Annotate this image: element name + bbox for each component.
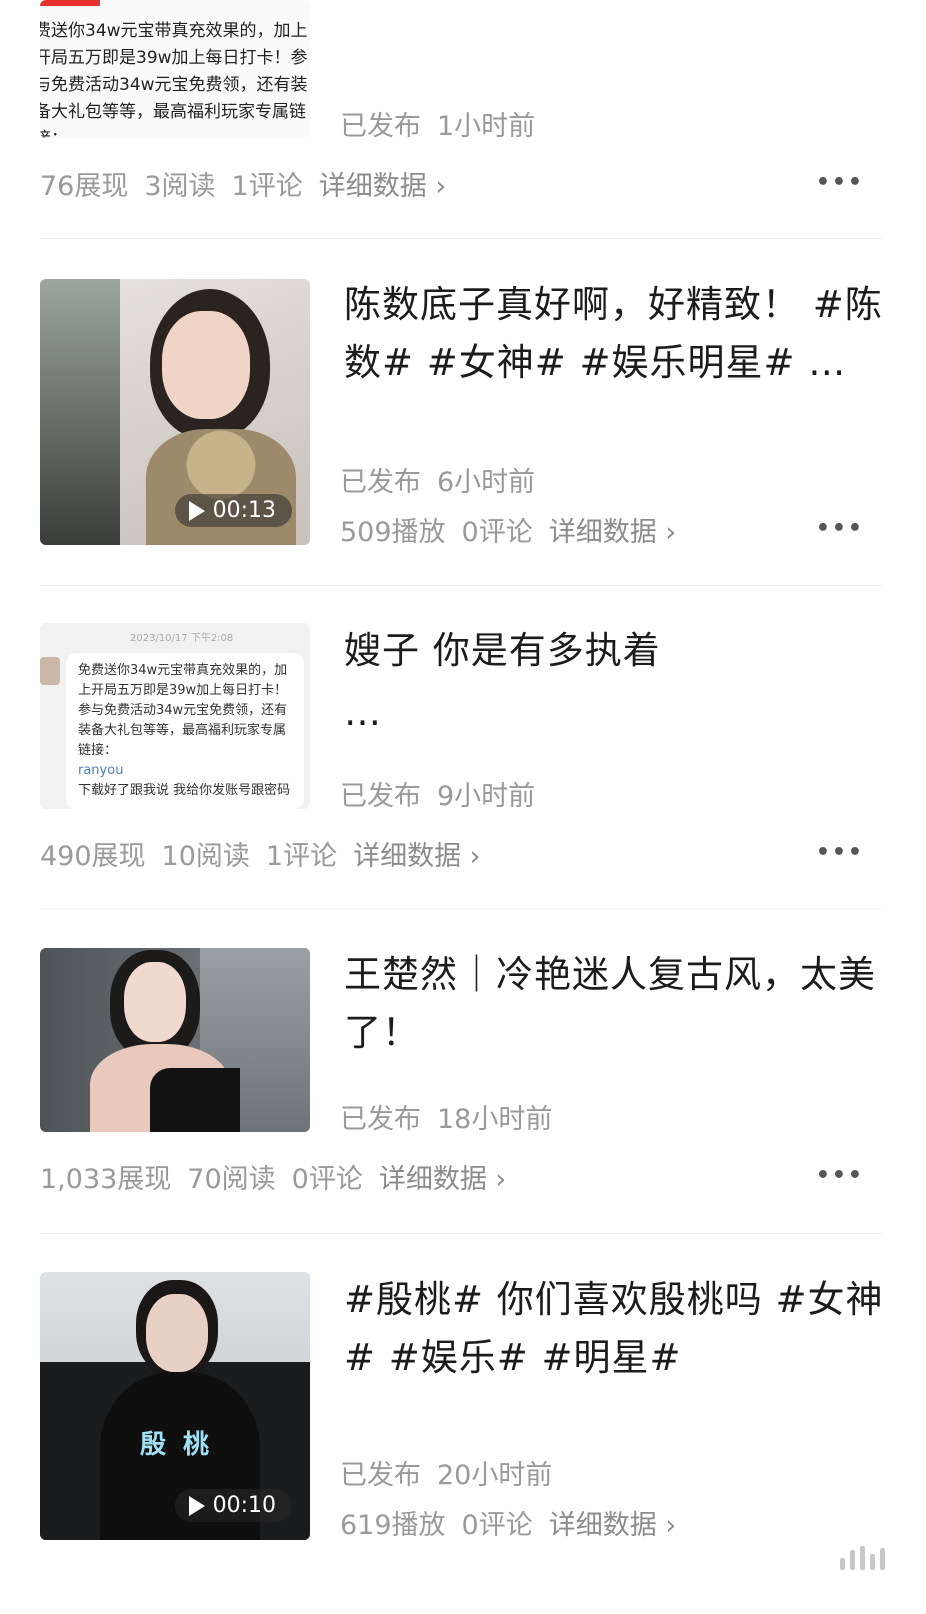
- duration-text: 00:10: [212, 1493, 276, 1518]
- detail-data-link[interactable]: 详细数据 ›: [549, 1510, 676, 1541]
- video-duration-badge: 00:10: [174, 1489, 292, 1522]
- post-stats: 490展现 10阅读 1评论 详细数据 ›: [40, 841, 481, 872]
- detail-data-link[interactable]: 详细数据 ›: [549, 517, 676, 548]
- chat-link: ranyou: [78, 763, 124, 778]
- post-thumbnail[interactable]: 殷 桃 00:10: [40, 1272, 310, 1540]
- divider: [40, 1233, 882, 1234]
- post-title[interactable]: #殷桃# 你们喜欢殷桃吗 #女神# #娱乐# #明星#: [344, 1271, 884, 1387]
- divider: [40, 585, 882, 586]
- post-title[interactable]: 陈数底子真好啊，好精致！ #陈数# #女神# #娱乐明星# …: [344, 276, 884, 392]
- more-options-icon[interactable]: •••: [816, 840, 864, 865]
- post-stats: 1,033展现 70阅读 0评论 详细数据 ›: [40, 1164, 507, 1195]
- post-status: 已发布 9小时前: [340, 781, 536, 812]
- post-status: 已发布 1小时前: [340, 111, 536, 142]
- face-shape: [146, 1294, 208, 1372]
- post-title[interactable]: 王楚然｜冷艳迷人复古风，太美了！: [344, 946, 884, 1062]
- more-options-icon[interactable]: •••: [816, 1163, 864, 1188]
- post-thumbnail[interactable]: 00:13: [40, 279, 310, 545]
- post-stats: 619播放 0评论 详细数据 ›: [340, 1510, 677, 1541]
- face-shape: [162, 311, 250, 419]
- play-icon: [188, 500, 205, 521]
- post-status: 已发布 20小时前: [340, 1460, 553, 1491]
- thumbnail-tag: [40, 0, 100, 6]
- detail-data-link[interactable]: 详细数据 ›: [379, 1164, 506, 1195]
- detail-data-link[interactable]: 详细数据 ›: [319, 171, 446, 202]
- play-icon: [188, 1495, 205, 1516]
- post-thumbnail[interactable]: 2023/10/17 下午2:08 免费送你34w元宝带真充效果的，加上开局五万…: [40, 623, 310, 809]
- post-status: 已发布 18小时前: [340, 1104, 553, 1135]
- necklace-shape: [146, 429, 296, 545]
- post-stats: 76展现 3阅读 1评论 详细数据 ›: [40, 171, 447, 202]
- detail-data-link[interactable]: 详细数据 ›: [353, 841, 480, 872]
- watermark-logo: [840, 1546, 886, 1570]
- more-options-icon[interactable]: •••: [816, 516, 864, 541]
- chat-text-2: 下载好了跟我说 我给你发账号跟密码: [78, 783, 291, 798]
- duration-text: 00:13: [212, 498, 276, 523]
- face-shape: [124, 962, 186, 1042]
- post-thumbnail[interactable]: 费送你34w元宝带真充效果的，加上开局五万即是39w加上每日打卡！参与免费活动3…: [40, 0, 310, 138]
- thumbnail-text: 费送你34w元宝带真充效果的，加上开局五万即是39w加上每日打卡！参与免费活动3…: [40, 21, 308, 138]
- thumbnail-caption: 殷 桃: [140, 1430, 214, 1460]
- more-options-icon[interactable]: •••: [816, 170, 864, 195]
- divider: [40, 238, 882, 239]
- post-stats: 509播放 0评论 详细数据 ›: [340, 517, 677, 548]
- post-status: 已发布 6小时前: [340, 467, 536, 498]
- post-title-ellipsis: …: [344, 691, 382, 734]
- avatar: [40, 657, 60, 685]
- video-duration-badge: 00:13: [174, 494, 292, 527]
- divider: [40, 908, 882, 909]
- chat-bubble: 免费送你34w元宝带真充效果的，加上开局五万即是39w加上每日打卡！参与免费活动…: [66, 653, 304, 809]
- post-title[interactable]: 嫂子 你是有多执着: [344, 622, 884, 680]
- chat-text: 免费送你34w元宝带真充效果的，加上开局五万即是39w加上每日打卡！参与免费活动…: [78, 663, 288, 758]
- dress-shape: [150, 1068, 240, 1132]
- thumbnail-date: 2023/10/17 下午2:08: [130, 633, 234, 644]
- background-shape: [40, 279, 120, 545]
- post-thumbnail[interactable]: [40, 948, 310, 1132]
